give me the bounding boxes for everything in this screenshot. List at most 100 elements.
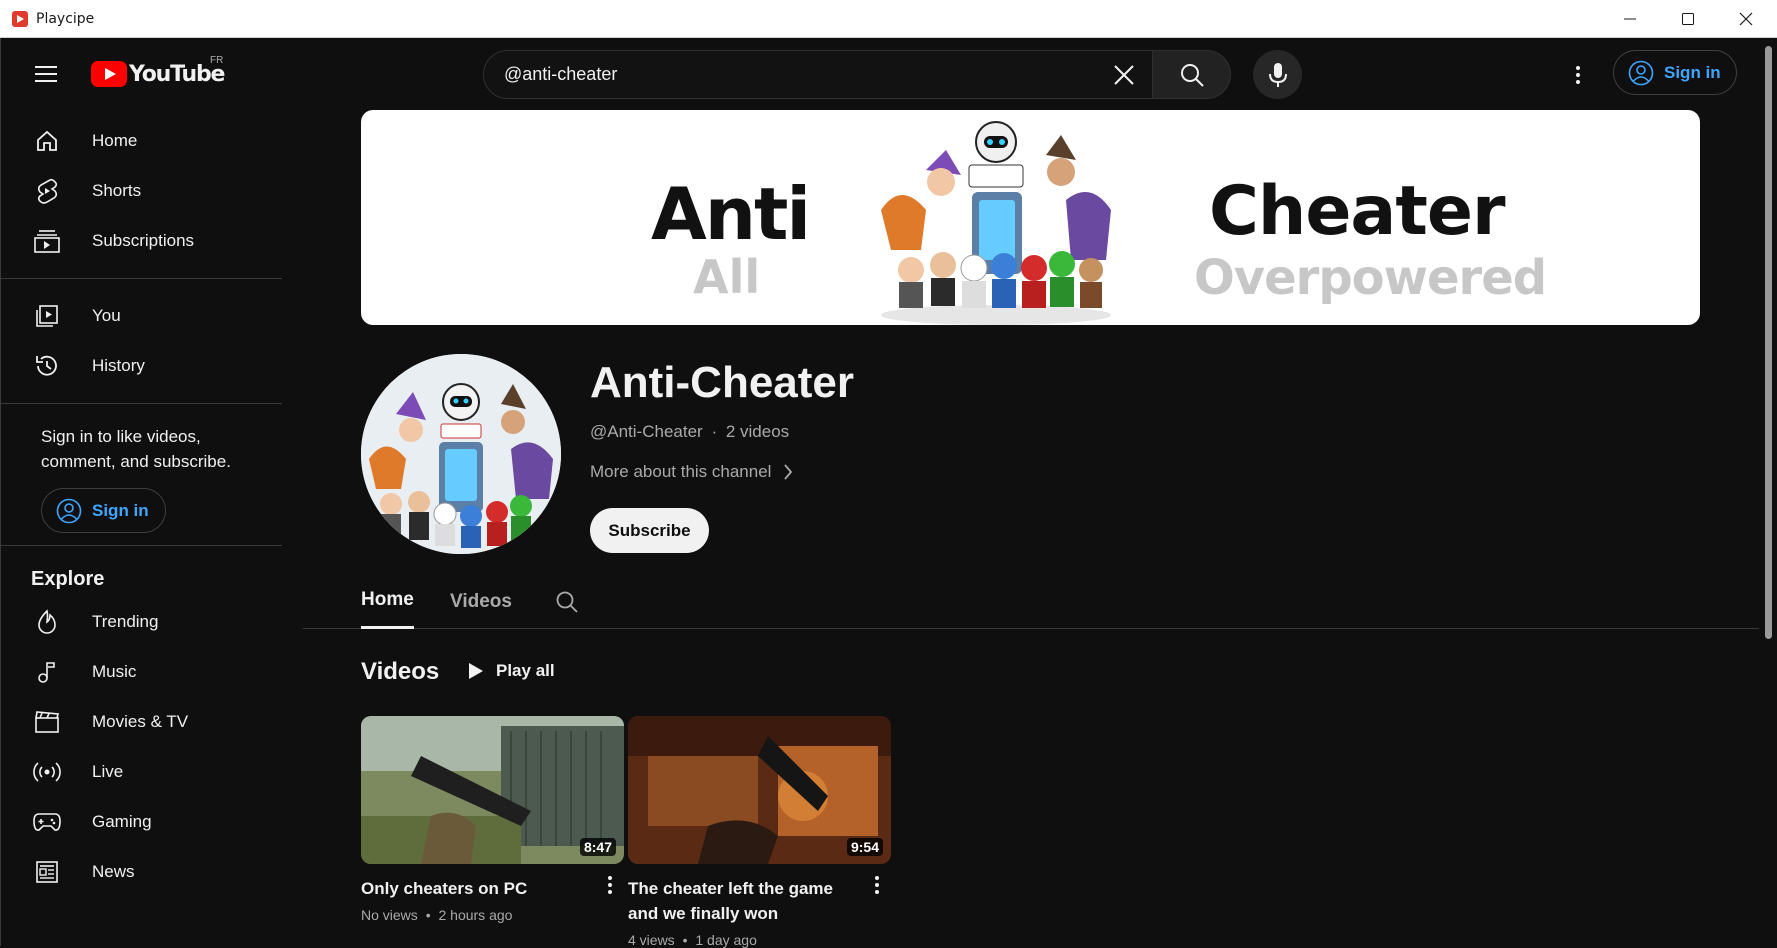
minimize-icon [1624,18,1636,20]
more-vert-dot [875,883,879,887]
search-input[interactable]: @anti-cheater [504,64,1104,85]
page-scrollbar[interactable] [1760,38,1777,946]
home-icon [33,127,61,155]
video-title[interactable]: Only cheaters on PC [361,876,581,901]
more-vert-dot [875,890,879,894]
more-vert-icon [1576,66,1580,70]
sidebar-item-gaming[interactable]: Gaming [1,797,282,847]
clear-search-button[interactable] [1104,55,1144,95]
more-vert-dot [1576,80,1580,84]
history-icon [33,352,61,380]
channel-banner: Anti All Cheater Overpowered [361,110,1700,325]
sidebar-item-label: Subscriptions [92,231,195,250]
play-all-button[interactable]: Play all [468,661,555,681]
banner-characters-art [881,121,1111,325]
window-titlebar: Playcipe [0,0,1777,38]
more-vert-dot [1576,73,1580,77]
tab-videos[interactable]: Videos [450,574,512,629]
sidebar-item-label: Shorts [92,181,142,200]
gaming-icon [33,808,61,836]
search-box[interactable]: @anti-cheater [483,50,1153,99]
subscribe-button[interactable]: Subscribe [590,508,709,553]
video-thumbnail[interactable]: 8:47 [361,716,624,864]
account-icon [56,498,82,523]
sidebar-item-movies[interactable]: Movies & TV [1,697,282,747]
video-card[interactable]: 9:54 The cheater left the game and we fi… [628,716,891,948]
music-icon [33,658,61,686]
shelf-title: Videos [361,658,440,685]
sidebar-item-live[interactable]: Live [1,747,282,797]
menu-icon-bar [35,73,57,75]
banner-word-all: All [693,250,761,304]
menu-button[interactable] [29,61,65,85]
scrollbar-thumb[interactable] [1765,46,1772,639]
clear-icon [1114,64,1134,85]
sidebar-divider [1,278,282,279]
trending-icon [33,608,61,636]
youtube-play-icon [91,61,127,87]
sidebar-item-you[interactable]: You [1,291,282,341]
signin-button-sidebar[interactable]: Sign in [41,488,166,533]
sidebar-item-label: Home [92,131,138,150]
sidebar-item-history[interactable]: History [1,341,282,391]
sidebar-item-label: News [92,862,135,881]
subscriptions-icon [33,227,61,255]
tab-home[interactable]: Home [361,574,414,629]
microphone-icon [1268,62,1287,87]
video-duration: 8:47 [579,838,616,856]
sidebar-item-label: Trending [92,612,159,631]
minimize-button[interactable] [1601,0,1659,38]
news-icon [33,858,61,886]
sidebar-item-music[interactable]: Music [1,647,282,697]
you-icon [33,302,61,330]
signin-label: Sign in [92,500,149,520]
voice-search-button[interactable] [1253,50,1302,99]
sidebar-item-label: Movies & TV [92,712,189,731]
sidebar: Home Shorts Subscriptions You History Si… [1,108,282,946]
maximize-button[interactable] [1659,0,1717,38]
video-card[interactable]: 8:47 Only cheaters on PC No views • 2 ho… [361,716,624,923]
sidebar-item-label: History [92,356,145,375]
country-code: FR [210,55,224,66]
search-button[interactable] [1153,50,1231,99]
channel-tabs: Home Videos [303,574,1759,629]
youtube-logo[interactable]: YouTube FR [91,55,225,88]
account-icon [1628,60,1654,85]
sidebar-item-trending[interactable]: Trending [1,597,282,647]
about-label: More about this channel [590,462,772,481]
sidebar-item-label: Music [92,662,137,681]
sidebar-item-news[interactable]: News [1,847,282,897]
banner-word-overpowered: Overpowered [1194,250,1547,306]
signin-prompt: Sign in to like videos, comment, and sub… [41,427,231,471]
signin-button-top[interactable]: Sign in [1613,50,1737,95]
avatar-characters-art [361,354,561,554]
video-title[interactable]: The cheater left the game and we finally… [628,876,848,926]
video-thumbnail[interactable]: 9:54 [628,716,891,864]
channel-about-link[interactable]: More about this channel [590,462,793,482]
banner-word-cheater: Cheater [1209,172,1505,251]
maximize-icon [1682,13,1694,25]
sidebar-item-label: Live [92,762,124,781]
channel-handle: @Anti-Cheater [590,422,703,441]
live-icon [33,758,61,786]
more-vert-icon [875,876,879,880]
video-menu-button[interactable] [604,874,616,900]
sidebar-item-shorts[interactable]: Shorts [1,166,282,216]
sidebar-item-subscriptions[interactable]: Subscriptions [1,216,282,266]
channel-search-button[interactable] [555,574,579,629]
play-icon [469,663,483,679]
sidebar-item-label: You [92,306,121,325]
menu-icon-bar [35,80,57,82]
menu-icon [35,66,57,68]
sidebar-item-home[interactable]: Home [1,116,282,166]
channel-avatar[interactable] [361,354,561,554]
more-vert-icon [608,876,612,880]
window-title: Playcipe [36,10,95,27]
close-window-button[interactable] [1717,0,1775,38]
sidebar-divider [1,545,282,546]
settings-more-button[interactable] [1561,58,1595,92]
chevron-right-icon [784,464,793,480]
meta-separator: · [711,422,718,441]
app-icon [12,10,28,27]
video-menu-button[interactable] [871,874,883,900]
